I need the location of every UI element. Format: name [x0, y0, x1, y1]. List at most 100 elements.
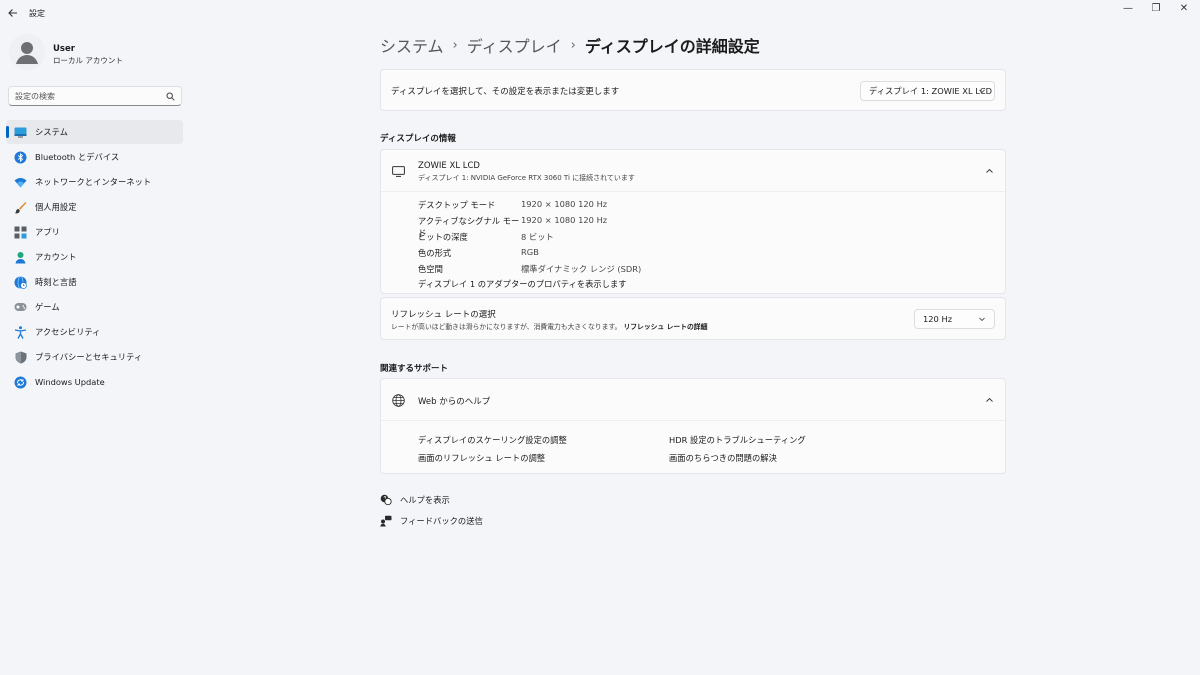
monitor-icon [392, 166, 405, 177]
brush-icon [14, 201, 27, 214]
user-account-type: ローカル アカウント [53, 56, 123, 65]
refresh-rate-card: リフレッシュ レートの選択 レートが高いほど動きは滑らかになりますが、消費電力も… [380, 297, 1006, 340]
account-icon [14, 251, 27, 264]
page-title: ディスプレイの詳細設定 [584, 37, 760, 56]
sidebar-item-accounts[interactable]: アカウント [6, 245, 183, 269]
get-help-link[interactable]: ヘルプを表示 [380, 494, 450, 506]
sidebar-item-apps[interactable]: アプリ [6, 220, 183, 244]
sidebar-item-time-language[interactable]: 時刻と言語 [6, 270, 183, 294]
accessibility-icon [14, 325, 27, 339]
display-select-dropdown[interactable]: ディスプレイ 1: ZOWIE XL LCD [860, 81, 995, 101]
display-connection: ディスプレイ 1: NVIDIA GeForce RTX 3060 Ti に接続… [418, 174, 635, 182]
breadcrumb-item-display[interactable]: ディスプレイ [467, 33, 562, 57]
sidebar-item-label: プライバシーとセキュリティ [35, 352, 143, 362]
sidebar-item-personalization[interactable]: 個人用設定 [6, 195, 183, 219]
feedback-link[interactable]: フィードバックの送信 [380, 515, 483, 527]
info-row: デスクトップ モード 1920 × 1080 120 Hz [418, 199, 641, 215]
refresh-rate-detail-link[interactable]: リフレッシュ レートの詳細 [623, 323, 707, 331]
globe-clock-icon [14, 275, 27, 289]
info-value: 標準ダイナミック レンジ (SDR) [521, 264, 642, 274]
info-value: 8 ビット [521, 232, 554, 242]
breadcrumb-item-system[interactable]: システム [380, 33, 444, 57]
user-avatar-icon [9, 34, 45, 70]
breadcrumb: システム › ディスプレイ › ディスプレイの詳細設定 [380, 33, 760, 57]
sidebar-item-label: 個人用設定 [35, 202, 77, 212]
active-indicator [6, 126, 9, 138]
sidebar-nav: システム Bluetooth とデバイス ネットワークとインターネット 個人用設… [6, 120, 183, 395]
apps-icon [14, 226, 27, 239]
related-support-heading: 関連するサポート [380, 364, 449, 374]
update-icon [14, 376, 27, 389]
info-key: 色の形式 [418, 248, 452, 258]
help-link-hdr[interactable]: HDR 設定のトラブルシューティング [669, 434, 806, 446]
refresh-rate-desc-text: レートが高いほど動きは滑らかになりますが、消費電力も大きくなります。 [391, 323, 622, 331]
sidebar-item-accessibility[interactable]: アクセシビリティ [6, 320, 183, 344]
display-select-value: ディスプレイ 1: ZOWIE XL LCD [869, 86, 993, 96]
info-key: デスクトップ モード [418, 200, 496, 210]
help-link-flicker[interactable]: 画面のちらつきの問題の解決 [669, 452, 777, 464]
sidebar-item-label: ゲーム [35, 302, 60, 312]
web-help-header[interactable]: Web からのヘルプ [381, 379, 1005, 421]
sidebar-item-gaming[interactable]: ゲーム [6, 295, 183, 319]
info-row: アクティブなシグナル モード 1920 × 1080 120 Hz [418, 215, 641, 238]
close-button[interactable]: ✕ [1173, 2, 1195, 16]
display-info-rows: デスクトップ モード 1920 × 1080 120 Hz アクティブなシグナル… [418, 199, 641, 279]
display-info-header[interactable]: ZOWIE XL LCD ディスプレイ 1: NVIDIA GeForce RT… [381, 150, 1005, 192]
sidebar-item-label: Windows Update [35, 377, 105, 387]
help-chat-icon [380, 494, 392, 506]
chevron-up-icon[interactable] [985, 396, 994, 404]
chevron-down-icon [979, 317, 985, 322]
sidebar-item-label: ネットワークとインターネット [35, 177, 152, 187]
avatar[interactable] [9, 34, 45, 70]
info-value: 1920 × 1080 120 Hz [521, 215, 608, 225]
help-link-refresh-rate[interactable]: 画面のリフレッシュ レートの調整 [418, 452, 545, 464]
system-icon [14, 126, 27, 139]
search-box[interactable] [8, 86, 182, 106]
chevron-right-icon: › [452, 37, 458, 53]
shield-icon [14, 351, 27, 364]
sidebar-item-label: アカウント [35, 252, 77, 262]
web-help-card: Web からのヘルプ ディスプレイのスケーリング設定の調整 HDR 設定のトラブ… [380, 378, 1006, 474]
sidebar-item-label: 時刻と言語 [35, 277, 77, 287]
display-info-card: ZOWIE XL LCD ディスプレイ 1: NVIDIA GeForce RT… [380, 149, 1006, 294]
get-help-label: ヘルプを表示 [400, 495, 450, 505]
feedback-icon [380, 515, 392, 527]
chevron-right-icon: › [570, 37, 576, 53]
maximize-button[interactable]: ❐ [1145, 2, 1167, 16]
refresh-rate-dropdown[interactable]: 120 Hz [914, 309, 995, 329]
info-row: ビットの深度 8 ビット [418, 231, 641, 247]
sidebar-item-privacy[interactable]: プライバシーとセキュリティ [6, 345, 183, 369]
display-select-card: ディスプレイを選択して、その設定を表示または変更します ディスプレイ 1: ZO… [380, 69, 1006, 111]
sidebar-item-label: アクセシビリティ [35, 327, 101, 337]
info-key: アクティブなシグナル モード [418, 216, 520, 238]
chevron-down-icon [979, 89, 985, 94]
minimize-button[interactable]: — [1117, 2, 1139, 16]
chevron-up-icon[interactable] [985, 167, 994, 175]
feedback-label: フィードバックの送信 [400, 516, 483, 526]
help-link-scaling[interactable]: ディスプレイのスケーリング設定の調整 [418, 434, 567, 446]
sidebar-item-windows-update[interactable]: Windows Update [6, 370, 183, 394]
refresh-rate-title: リフレッシュ レートの選択 [391, 310, 496, 320]
info-row: 色の形式 RGB [418, 247, 641, 263]
search-input[interactable] [15, 90, 165, 102]
sidebar-item-label: システム [35, 127, 68, 137]
arrow-left-icon [8, 9, 17, 17]
sidebar-item-bluetooth[interactable]: Bluetooth とデバイス [6, 145, 183, 169]
gamepad-icon [14, 301, 27, 314]
title-bar: 設定 — ❐ ✕ [0, 0, 1200, 28]
info-row: 色空間 標準ダイナミック レンジ (SDR) [418, 263, 641, 279]
adapter-properties-link[interactable]: ディスプレイ 1 のアダプターのプロパティを表示します [418, 278, 627, 290]
globe-icon [392, 394, 405, 407]
user-name: User [53, 44, 75, 54]
sidebar-item-network[interactable]: ネットワークとインターネット [6, 170, 183, 194]
sidebar-item-label: Bluetooth とデバイス [35, 152, 120, 162]
web-help-title: Web からのヘルプ [418, 397, 491, 407]
info-value: 1920 × 1080 120 Hz [521, 199, 608, 209]
info-value: RGB [521, 247, 539, 257]
back-button[interactable] [6, 6, 20, 20]
sidebar-item-system[interactable]: システム [6, 120, 183, 144]
search-icon[interactable] [166, 92, 175, 101]
display-select-label: ディスプレイを選択して、その設定を表示または変更します [391, 87, 620, 97]
sidebar-item-label: アプリ [35, 227, 60, 237]
wifi-icon [14, 176, 27, 189]
